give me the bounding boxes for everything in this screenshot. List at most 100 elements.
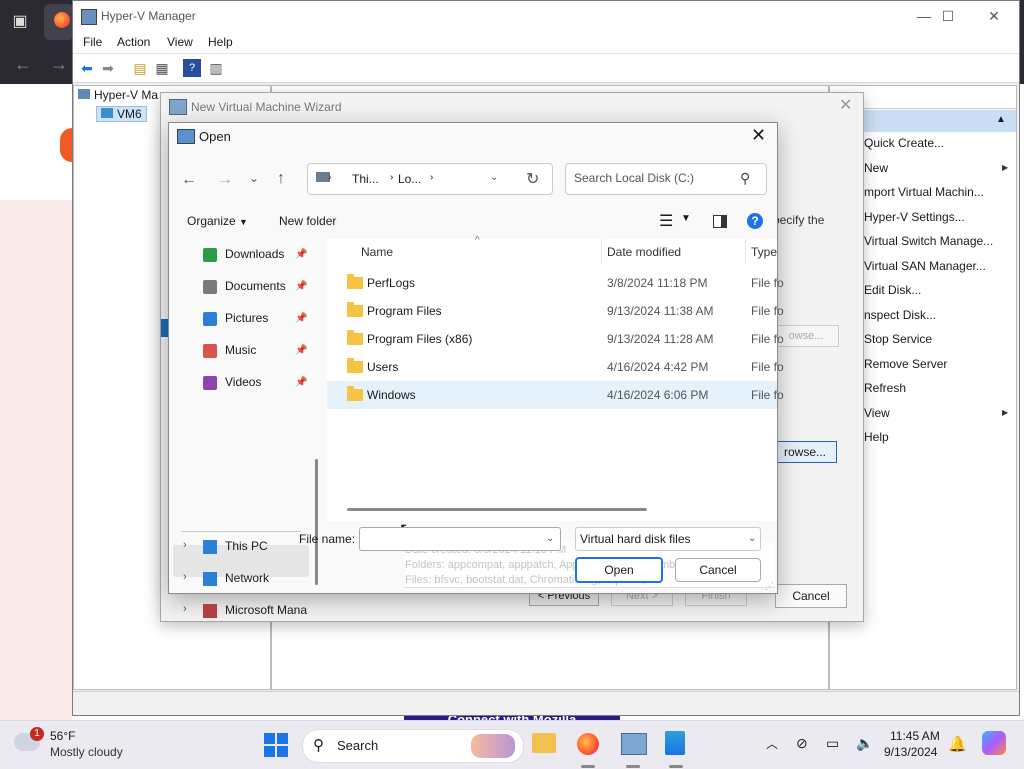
start-windows-icon[interactable]	[264, 733, 288, 757]
horizontal-scrollbar[interactable]	[347, 508, 647, 511]
recent-locations-icon[interactable]: ⌄	[249, 171, 259, 185]
show-hide-tree-icon[interactable]: ▦	[153, 59, 171, 77]
nav-item[interactable]: Videos	[225, 375, 261, 389]
browser-back-icon[interactable]: ←	[14, 54, 32, 75]
back-icon[interactable]: ←	[181, 171, 197, 189]
column-header-name[interactable]: Name	[361, 245, 393, 259]
chevron-right-icon[interactable]: ›	[183, 539, 187, 551]
nav-scrollbar[interactable]	[315, 459, 318, 585]
nav-location[interactable]: This PC	[225, 539, 268, 553]
action-pane-icon[interactable]: ▥	[207, 59, 225, 77]
column-header-date[interactable]: Date modified	[607, 245, 681, 259]
notification-bell-icon[interactable]: 🔔	[948, 735, 967, 753]
weather-description[interactable]: Mostly cloudy	[50, 745, 123, 759]
file-name-input[interactable]: ⌄	[359, 527, 561, 551]
breadcrumb-this-pc[interactable]: Thi...	[352, 172, 379, 186]
close-button[interactable]: ✕	[979, 5, 1009, 27]
browse-button[interactable]: rowse...	[773, 441, 837, 463]
action-item[interactable]: Hyper-V Settings...	[864, 210, 965, 224]
nav-item[interactable]: Music	[225, 343, 256, 357]
preview-pane-icon[interactable]	[713, 215, 727, 228]
file-row[interactable]: Users 4/16/2024 4:42 PM File fo	[327, 353, 784, 381]
menu-view[interactable]: View	[167, 35, 193, 49]
breadcrumb-local-disk[interactable]: Lo...	[398, 172, 421, 186]
action-item[interactable]: Stop Service	[864, 332, 932, 346]
nav-item[interactable]: Downloads	[225, 247, 284, 261]
help-icon[interactable]: ?	[747, 213, 763, 229]
action-item[interactable]: mport Virtual Machin...	[864, 185, 984, 199]
search-input[interactable]: Search Local Disk (C:) ⚲	[565, 163, 767, 195]
file-row[interactable]: Program Files (x86) 9/13/2024 11:28 AM Fil…	[327, 325, 784, 353]
chevron-up-icon[interactable]: ︿	[766, 735, 778, 752]
column-divider[interactable]	[745, 239, 746, 265]
file-name: Windows	[367, 388, 416, 402]
action-item[interactable]: New	[864, 161, 888, 175]
clock-time[interactable]: 11:45 AM	[890, 729, 940, 743]
help-book-icon[interactable]: ?	[183, 59, 201, 77]
action-item[interactable]: Quick Create...	[864, 136, 944, 150]
wizard-cancel-button[interactable]: Cancel	[775, 584, 847, 608]
chevron-down-icon[interactable]: ⌄	[546, 533, 554, 544]
view-options-icon[interactable]: ☰	[659, 211, 673, 231]
wizard-close-button[interactable]: ✕	[839, 95, 852, 115]
menu-help[interactable]: Help	[208, 35, 233, 49]
collapse-icon[interactable]: ▲	[996, 114, 1006, 125]
chevron-down-icon[interactable]: ▼	[681, 213, 691, 224]
chevron-down-icon[interactable]: ⌄	[490, 172, 498, 183]
firefox-icon[interactable]	[577, 733, 599, 755]
up-icon[interactable]: ↑	[277, 170, 285, 188]
file-type-select[interactable]: Virtual hard disk files ⌄	[575, 527, 761, 551]
column-header-type[interactable]: Type	[751, 245, 777, 259]
organize-menu[interactable]: Organize ▼	[187, 214, 248, 228]
column-divider[interactable]	[601, 239, 602, 265]
weather-temperature[interactable]: 56°F	[50, 729, 75, 743]
volume-icon[interactable]: 🔈	[856, 735, 873, 752]
action-item[interactable]: View	[864, 406, 890, 420]
file-explorer-icon[interactable]	[532, 733, 556, 753]
chevron-right-icon[interactable]: ›	[183, 603, 187, 615]
search-icon[interactable]: ⚲	[740, 170, 750, 187]
taskbar-search[interactable]: ⚲ Search	[302, 729, 524, 763]
menu-action[interactable]: Action	[117, 35, 150, 49]
tree-item-vm6[interactable]: VM6	[96, 106, 147, 122]
action-item[interactable]: Virtual Switch Manage...	[864, 234, 993, 248]
close-icon[interactable]: ✕	[751, 125, 766, 146]
forward-icon[interactable]: →	[217, 171, 233, 189]
action-item[interactable]: Virtual SAN Manager...	[864, 259, 986, 273]
nav-divider	[181, 531, 301, 532]
chevron-right-icon[interactable]: ›	[183, 571, 187, 583]
chevron-down-icon[interactable]: ⌄	[748, 533, 756, 544]
maximize-button[interactable]: ☐	[933, 5, 963, 27]
open-button[interactable]: Open	[575, 557, 663, 583]
action-item[interactable]: Remove Server	[864, 357, 947, 371]
clock-date[interactable]: 9/13/2024	[884, 745, 937, 759]
copilot-icon[interactable]	[982, 731, 1006, 755]
menu-file[interactable]: File	[83, 35, 102, 49]
forward-arrow-icon[interactable]: ➡	[99, 59, 117, 77]
hyperv-manager-icon[interactable]	[621, 733, 647, 755]
tab-overview-icon[interactable]: ▣	[6, 8, 34, 36]
tree-root-item[interactable]: Hyper-V Ma	[78, 88, 158, 102]
app-icon[interactable]	[665, 731, 685, 755]
back-arrow-icon[interactable]: ⬅	[78, 59, 96, 77]
address-bar[interactable]: › Thi... › Lo... › ⌄ ↻	[307, 163, 553, 195]
network-icon[interactable]: ⊘	[796, 735, 808, 752]
browser-forward-icon[interactable]: →	[50, 54, 68, 75]
cancel-button[interactable]: Cancel	[675, 558, 761, 582]
up-folder-icon[interactable]: ▤	[131, 59, 149, 77]
action-item[interactable]: Refresh	[864, 381, 906, 395]
resize-grip-icon[interactable]: ⋰	[765, 581, 774, 592]
action-item[interactable]: nspect Disk...	[864, 308, 936, 322]
action-item[interactable]: Edit Disk...	[864, 283, 921, 297]
new-folder-button[interactable]: New folder	[279, 214, 336, 228]
file-row[interactable]: PerfLogs 3/8/2024 11:18 PM File fo	[327, 269, 784, 297]
action-item[interactable]: Help	[864, 430, 889, 444]
file-row[interactable]: Windows 4/16/2024 6:06 PM File fo	[327, 381, 784, 409]
file-row[interactable]: Program Files 9/13/2024 11:38 AM File fo	[327, 297, 784, 325]
nav-item[interactable]: Pictures	[225, 311, 268, 325]
nav-location[interactable]: Network	[225, 571, 269, 585]
display-icon[interactable]: ▭	[826, 735, 839, 752]
nav-item[interactable]: Documents	[225, 279, 286, 293]
refresh-icon[interactable]: ↻	[526, 169, 539, 189]
nav-location[interactable]: Microsoft Mana	[225, 603, 307, 617]
